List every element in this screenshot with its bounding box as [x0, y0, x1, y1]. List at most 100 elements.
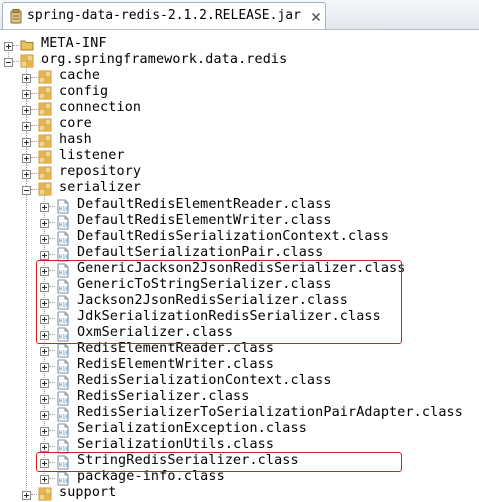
package-tree-item[interactable]: cache — [0, 68, 479, 85]
tree-item-label: serializer — [59, 180, 142, 196]
class-tree-item[interactable]: 010 GenericJackson2JsonRedisSerializer.cl… — [0, 260, 479, 278]
expand-icon[interactable] — [40, 297, 49, 308]
class-tree-item[interactable]: 010 OxmSerializer.class — [0, 324, 479, 342]
editor-tab-bar: spring-data-redis-2.1.2.RELEASE.jar — [0, 0, 479, 30]
expand-icon[interactable] — [40, 201, 49, 212]
tree-item-label: GenericJackson2JsonRedisSerializer.class — [77, 260, 406, 276]
class-tree-item[interactable]: 010 SerializationUtils.class — [0, 437, 479, 454]
svg-text:010: 010 — [59, 415, 69, 421]
class-tree-item[interactable]: 010 RedisElementWriter.class — [0, 357, 479, 374]
class-tree-item[interactable]: 010 GenericToStringSerializer.class — [0, 276, 479, 294]
tree-item-label: JdkSerializationRedisSerializer.class — [77, 308, 381, 324]
class-tree-item[interactable]: 010 package-info.class — [0, 469, 479, 486]
svg-text:010: 010 — [59, 367, 69, 373]
package-icon — [20, 54, 34, 68]
expand-icon[interactable] — [40, 265, 49, 276]
expand-icon[interactable] — [22, 136, 31, 148]
tree-item-label: RedisElementWriter.class — [77, 357, 275, 372]
package-tree-item[interactable]: listener — [0, 148, 479, 165]
class-tree-item[interactable]: 010 RedisSerializerToSerializationPairAda… — [0, 405, 479, 422]
expand-icon[interactable] — [40, 473, 49, 485]
tree-item-label: listener — [59, 148, 125, 164]
expand-icon[interactable] — [22, 104, 31, 116]
class-file-icon: 010 — [56, 247, 70, 262]
class-tree-item[interactable]: 010 RedisElementReader.class — [0, 340, 479, 358]
expand-icon[interactable] — [40, 409, 49, 421]
package-tree-item[interactable]: config — [0, 84, 479, 101]
class-tree-item[interactable]: 010 DefaultRedisSerializationContext.clas… — [0, 229, 479, 246]
expand-icon[interactable] — [40, 249, 49, 260]
expand-icon[interactable] — [40, 281, 49, 292]
tree-item-label: org.springframework.data.redis — [41, 52, 288, 68]
svg-text:010: 010 — [59, 479, 69, 485]
collapse-icon[interactable] — [22, 184, 31, 196]
class-file-icon: 010 — [56, 343, 70, 358]
class-tree-item[interactable]: 010 Jackson2JsonRedisSerializer.class — [0, 292, 479, 310]
tree-item-label: META-INF — [41, 36, 107, 51]
expand-icon[interactable] — [40, 345, 49, 356]
class-file-icon: 010 — [56, 391, 70, 406]
expand-icon[interactable] — [40, 457, 49, 469]
class-tree-item[interactable]: 010 DefaultRedisElementReader.class — [0, 197, 479, 214]
expand-icon[interactable] — [22, 72, 31, 84]
package-tree-item[interactable]: repository — [0, 164, 479, 181]
svg-text:010: 010 — [59, 222, 69, 228]
package-icon — [38, 487, 52, 501]
close-icon[interactable] — [311, 11, 321, 26]
tree-item-label: RedisElementReader.class — [77, 340, 275, 356]
tree-item-label: core — [59, 116, 92, 132]
expand-icon[interactable] — [40, 329, 49, 340]
class-tree-item[interactable]: 010 DefaultRedisElementWriter.class — [0, 213, 479, 230]
expand-icon[interactable] — [40, 361, 49, 372]
folder-tree-item[interactable]: META-INF — [0, 36, 479, 53]
expand-icon[interactable] — [4, 40, 13, 51]
package-tree-item[interactable]: hash — [0, 132, 479, 149]
folder-icon — [20, 38, 34, 52]
tab-jar-file[interactable]: spring-data-redis-2.1.2.RELEASE.jar — [2, 2, 326, 29]
svg-text:010: 010 — [59, 350, 69, 356]
package-tree-item[interactable]: support — [0, 485, 479, 502]
class-tree-item[interactable]: 010 SerializationException.class — [0, 421, 479, 438]
expand-icon[interactable] — [22, 489, 31, 501]
package-tree-item[interactable]: core — [0, 116, 479, 133]
expand-icon[interactable] — [22, 88, 31, 100]
tree-item-label: SerializationUtils.class — [77, 437, 275, 453]
tree-item-label: connection — [59, 100, 142, 116]
class-file-icon: 010 — [56, 423, 70, 438]
svg-text:010: 010 — [59, 383, 69, 389]
expand-icon[interactable] — [22, 152, 31, 164]
package-tree-item[interactable]: serializer — [0, 180, 479, 197]
tree-item-label: Jackson2JsonRedisSerializer.class — [77, 292, 348, 308]
class-file-icon: 010 — [56, 407, 70, 422]
expand-icon[interactable] — [40, 313, 49, 324]
collapse-icon[interactable] — [4, 56, 13, 68]
tree-item-label: RedisSerializer.class — [77, 389, 250, 405]
tree-item-label: OxmSerializer.class — [77, 324, 234, 340]
expand-icon[interactable] — [40, 217, 49, 228]
class-file-icon: 010 — [56, 471, 70, 486]
class-tree-item[interactable]: 010 JdkSerializationRedisSerializer.class — [0, 308, 479, 326]
expand-icon[interactable] — [40, 425, 49, 437]
class-file-icon: 010 — [56, 375, 70, 390]
class-file-icon: 010 — [56, 263, 70, 278]
expand-icon[interactable] — [40, 393, 49, 405]
class-file-icon: 010 — [56, 311, 70, 326]
expand-icon[interactable] — [40, 441, 49, 453]
expand-icon[interactable] — [22, 120, 31, 132]
class-tree-item[interactable]: 010 RedisSerializer.class — [0, 389, 479, 406]
package-icon — [38, 150, 52, 164]
class-file-icon: 010 — [56, 231, 70, 246]
class-tree-item[interactable]: 010 RedisSerializationContext.class — [0, 373, 479, 390]
package-tree-item[interactable]: org.springframework.data.redis — [0, 52, 479, 69]
expand-icon[interactable] — [40, 233, 49, 244]
package-icon — [38, 118, 52, 132]
tree-item-label: GenericToStringSerializer.class — [77, 276, 332, 292]
svg-text:010: 010 — [59, 206, 69, 212]
expand-icon[interactable] — [22, 168, 31, 180]
package-tree-item[interactable]: connection — [0, 100, 479, 117]
tree-item-label: RedisSerializerToSerializationPairAdapte… — [77, 405, 463, 421]
expand-icon[interactable] — [40, 377, 49, 389]
class-tree-item[interactable]: 010 StringRedisSerializer.class — [0, 453, 479, 470]
package-icon — [38, 102, 52, 116]
class-tree-item[interactable]: 010 DefaultSerializationPair.class — [0, 245, 479, 262]
